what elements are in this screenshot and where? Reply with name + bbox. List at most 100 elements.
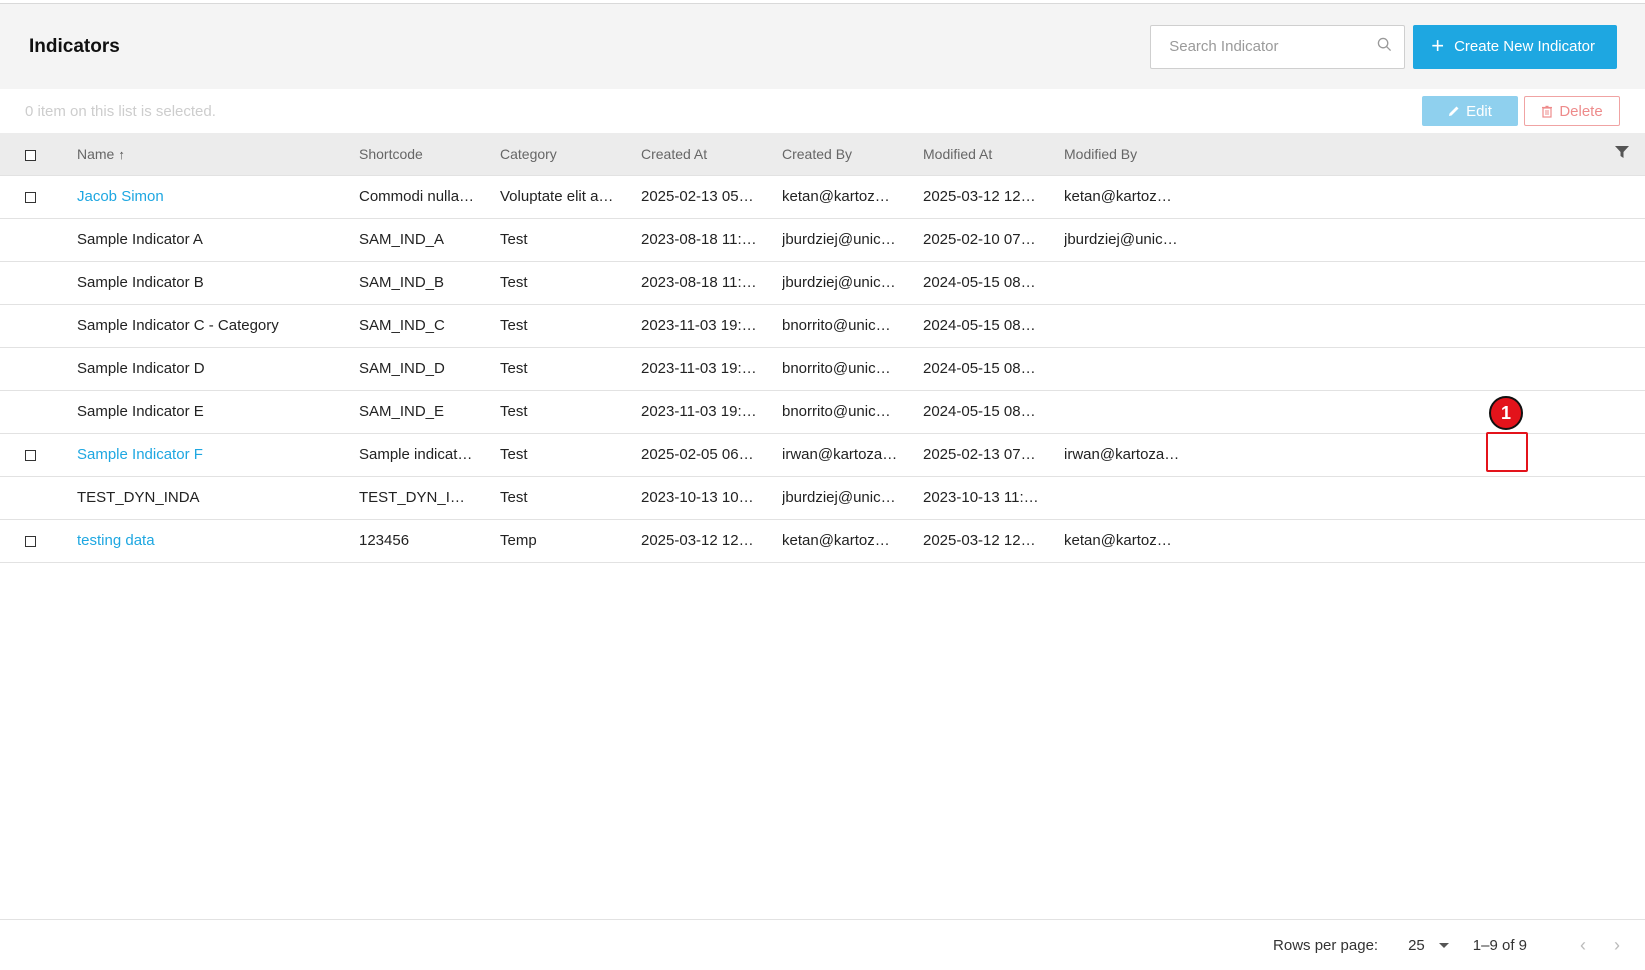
cell-created-by: ketan@kartoz…: [782, 532, 890, 549]
cell-category: Test: [500, 403, 528, 420]
create-button-label: Create New Indicator: [1454, 38, 1595, 55]
create-new-indicator-button[interactable]: + Create New Indicator: [1413, 24, 1617, 69]
cell-modified-by: ketan@kartoz…: [1064, 532, 1172, 549]
plus-icon: +: [1431, 32, 1445, 58]
rows-per-page-value: 25: [1408, 936, 1425, 954]
cell-modified-at: 2025-03-12 12…: [923, 532, 1036, 549]
cell-created-at: 2023-08-18 11:…: [641, 274, 757, 291]
table-row[interactable]: testing data 123456 Temp 2025-03-12 12… keta…: [0, 519, 1645, 563]
cell-name: Sample Indicator B: [77, 274, 204, 291]
page-header: Indicators + Create New Indicator: [0, 4, 1645, 89]
table-row[interactable]: Sample Indicator C - Category SAM_IND_C Te…: [0, 304, 1645, 348]
highlight-box: [1486, 432, 1528, 472]
cell-modified-at: 2025-03-12 12…: [923, 188, 1036, 205]
sort-ascending-icon: ↑: [118, 146, 125, 162]
edit-button[interactable]: Edit: [1422, 96, 1518, 126]
row-checkbox[interactable]: [25, 535, 36, 547]
cell-category: Temp: [500, 532, 537, 549]
indicator-name-link[interactable]: Jacob Simon: [77, 188, 164, 205]
cell-modified-at: 2025-02-10 07…: [923, 231, 1036, 248]
pagination-footer: Rows per page: 25 1–9 of 9 ‹ ›: [0, 919, 1645, 970]
indicator-name-link[interactable]: testing data: [77, 532, 155, 549]
column-header-modified-at[interactable]: Modified At: [923, 133, 1064, 176]
previous-page-icon[interactable]: ‹: [1571, 933, 1595, 957]
indicator-name-link[interactable]: Sample Indicator F: [77, 446, 203, 463]
cell-created-by: bnorrito@unic…: [782, 360, 891, 377]
selection-bar: 0 item on this list is selected. Edit De…: [0, 89, 1645, 133]
select-all-checkbox[interactable]: [25, 149, 36, 161]
next-page-icon[interactable]: ›: [1605, 933, 1629, 957]
row-checkbox[interactable]: [25, 191, 36, 203]
column-header-created-at[interactable]: Created At: [641, 133, 782, 176]
cell-modified-at: 2024-05-15 08…: [923, 360, 1036, 377]
rows-per-page-select[interactable]: 25: [1408, 937, 1449, 954]
table-row[interactable]: Jacob Simon Commodi nulla… Voluptate elit …: [0, 175, 1645, 219]
column-header-name[interactable]: Name ↑: [77, 133, 359, 176]
cell-modified-at: 2023-10-13 11:…: [923, 489, 1039, 506]
column-header-modified-by[interactable]: Modified By: [1064, 133, 1282, 176]
table-row[interactable]: Sample Indicator B SAM_IND_B Test 2023-08-1…: [0, 261, 1645, 305]
edit-label: Edit: [1466, 102, 1492, 120]
search-icon[interactable]: [1377, 37, 1392, 57]
table-row[interactable]: Sample Indicator D SAM_IND_D Test 2023-11-0…: [0, 347, 1645, 391]
caret-down-icon: [1438, 942, 1449, 948]
cell-created-by: irwan@kartoza…: [782, 446, 898, 463]
rows-per-page-label: Rows per page:: [1273, 936, 1379, 954]
trash-icon: [1542, 105, 1553, 118]
cell-modified-by: irwan@kartoza…: [1064, 446, 1180, 463]
page-title: Indicators: [29, 35, 120, 57]
cell-category: Test: [500, 317, 528, 334]
cell-created-at: 2023-08-18 11:…: [641, 231, 757, 248]
cell-created-by: bnorrito@unic…: [782, 403, 891, 420]
cell-modified-at: 2025-02-13 07…: [923, 446, 1036, 463]
cell-category: Test: [500, 274, 528, 291]
cell-created-by: bnorrito@unic…: [782, 317, 891, 334]
search-box[interactable]: [1150, 24, 1406, 69]
filter-icon[interactable]: [1615, 145, 1629, 159]
pagination-range: 1–9 of 9: [1472, 936, 1527, 954]
row-checkbox[interactable]: [25, 449, 36, 461]
annotation-badge: 1: [1489, 396, 1523, 430]
cell-category: Test: [500, 231, 528, 248]
cell-category: Test: [500, 360, 528, 377]
column-header-created-by[interactable]: Created By: [782, 133, 923, 176]
cell-shortcode: SAM_IND_B: [359, 274, 445, 291]
cell-created-at: 2023-11-03 19:…: [641, 403, 757, 420]
cell-name: Sample Indicator C - Category: [77, 317, 279, 334]
table-row[interactable]: Sample Indicator F Sample indicat… Test 202…: [0, 433, 1645, 477]
column-header-shortcode[interactable]: Shortcode: [359, 133, 500, 176]
cell-modified-at: 2024-05-15 08…: [923, 274, 1036, 291]
search-input[interactable]: [1167, 37, 1378, 56]
cell-created-at: 2023-10-13 10…: [641, 489, 754, 506]
cell-category: Test: [500, 489, 528, 506]
cell-shortcode: SAM_IND_D: [359, 360, 445, 377]
cell-shortcode: Sample indicat…: [359, 446, 473, 463]
cell-created-by: jburdziej@unic…: [782, 231, 896, 248]
selection-status: 0 item on this list is selected.: [25, 102, 216, 120]
cell-shortcode: SAM_IND_C: [359, 317, 445, 334]
cell-modified-at: 2024-05-15 08…: [923, 403, 1036, 420]
cell-shortcode: SAM_IND_E: [359, 403, 445, 420]
table-row[interactable]: Sample Indicator A SAM_IND_A Test 2023-08-1…: [0, 218, 1645, 262]
cell-category: Test: [500, 446, 528, 463]
table-row[interactable]: Sample Indicator E SAM_IND_E Test 2023-11-0…: [0, 390, 1645, 434]
cell-name: TEST_DYN_INDA: [77, 489, 200, 506]
cell-shortcode: 123456: [359, 532, 410, 549]
delete-label: Delete: [1559, 102, 1603, 120]
cell-created-by: jburdziej@unic…: [782, 274, 896, 291]
table-header-row: Name ↑ Shortcode Category Created At Crea…: [0, 133, 1645, 176]
cell-category: Voluptate elit a…: [500, 188, 614, 205]
column-header-category[interactable]: Category: [500, 133, 641, 176]
cell-shortcode: Commodi nulla…: [359, 188, 475, 205]
pencil-icon: [1449, 106, 1459, 116]
table-row[interactable]: TEST_DYN_INDA TEST_DYN_I… Test 2023-10-13 1…: [0, 476, 1645, 520]
cell-created-by: jburdziej@unic…: [782, 489, 896, 506]
cell-created-at: 2025-03-12 12…: [641, 532, 754, 549]
cell-name: Sample Indicator A: [77, 231, 203, 248]
cell-name: Sample Indicator E: [77, 403, 204, 420]
delete-button[interactable]: Delete: [1524, 96, 1620, 126]
cell-created-by: ketan@kartoz…: [782, 188, 890, 205]
cell-created-at: 2025-02-05 06…: [641, 446, 754, 463]
cell-created-at: 2023-11-03 19:…: [641, 360, 757, 377]
cell-shortcode: TEST_DYN_I…: [359, 489, 465, 506]
